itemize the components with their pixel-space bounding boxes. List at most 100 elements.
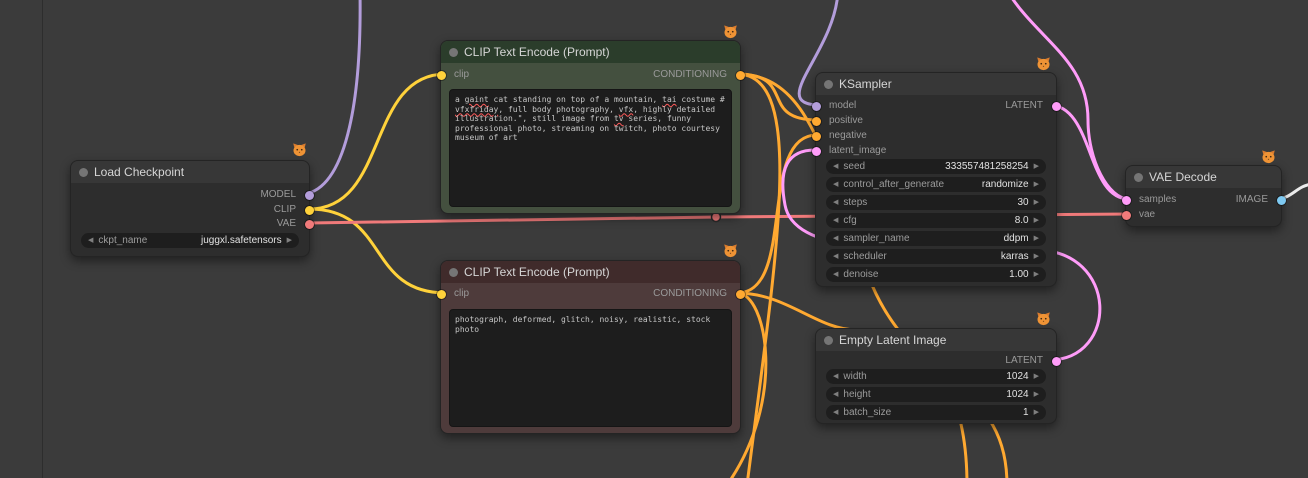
input-slot-clip: clip: [436, 68, 470, 82]
input-dot-clip[interactable]: [436, 289, 446, 299]
widget-steps[interactable]: ◀ steps 30 ▶: [826, 195, 1046, 210]
output-dot-vae[interactable]: [304, 219, 314, 229]
node-clip-text-encode-negative[interactable]: CLIP Text Encode (Prompt) clip CONDITION…: [436, 260, 745, 434]
widget-label: scheduler: [843, 251, 887, 262]
decrement-arrow-icon[interactable]: ◀: [833, 271, 838, 278]
output-dot-model[interactable]: [304, 190, 314, 200]
input-slot-latent-image: latent_image: [811, 144, 887, 158]
output-dot-latent[interactable]: [1051, 356, 1061, 366]
decrement-arrow-icon[interactable]: ◀: [88, 237, 93, 244]
decrement-arrow-icon[interactable]: ◀: [833, 217, 838, 224]
widget-value: karras: [1000, 251, 1029, 262]
widget-value: 30: [1017, 197, 1029, 208]
increment-arrow-icon[interactable]: ▶: [1034, 391, 1039, 398]
widget-sampler-name[interactable]: ◀ sampler_name ddpm ▶: [826, 231, 1046, 246]
collapse-dot[interactable]: [1134, 172, 1143, 182]
output-dot-conditioning[interactable]: [735, 289, 745, 299]
input-dot-vae[interactable]: [1121, 210, 1131, 220]
node-titlebar[interactable]: Empty Latent Image: [816, 329, 1056, 351]
node-titlebar[interactable]: Load Checkpoint: [71, 161, 309, 183]
output-slot-image: IMAGE: [1235, 193, 1286, 207]
decrement-arrow-icon[interactable]: ◀: [833, 235, 838, 242]
input-label: model: [829, 100, 857, 111]
widget-label: ckpt_name: [98, 235, 148, 246]
increment-arrow-icon[interactable]: ▶: [1034, 271, 1039, 278]
widget-control-after-generate[interactable]: ◀ control_after_generate randomize ▶: [826, 177, 1046, 192]
node-clip-text-encode-positive[interactable]: CLIP Text Encode (Prompt) clip CONDITION…: [436, 40, 745, 214]
input-label: clip: [454, 288, 470, 299]
widget-label: control_after_generate: [843, 179, 945, 190]
widget-height[interactable]: ◀ height 1024 ▶: [826, 387, 1046, 402]
wire-positive-conditioning: [735, 72, 819, 122]
output-slot-vae: VAE: [276, 217, 314, 231]
input-slot-model: model: [811, 99, 857, 113]
collapse-dot[interactable]: [79, 167, 88, 177]
node-graph-canvas[interactable]: Load Checkpoint MODEL CLIP VAE ◀ ckpt_na…: [0, 0, 1308, 478]
node-titlebar[interactable]: CLIP Text Encode (Prompt): [441, 41, 740, 63]
decrement-arrow-icon[interactable]: ◀: [833, 163, 838, 170]
input-label: vae: [1139, 209, 1156, 220]
decrement-arrow-icon[interactable]: ◀: [833, 373, 838, 380]
node-title: Empty Latent Image: [839, 333, 947, 347]
input-label: clip: [454, 69, 470, 80]
decrement-arrow-icon[interactable]: ◀: [833, 391, 838, 398]
output-label: LATENT: [1005, 355, 1043, 366]
collapse-dot[interactable]: [824, 335, 833, 345]
input-slot-samples: samples: [1121, 193, 1177, 207]
output-slot-latent: LATENT: [1005, 99, 1061, 113]
output-dot-clip[interactable]: [304, 205, 314, 215]
collapse-dot[interactable]: [824, 79, 833, 89]
widget-seed[interactable]: ◀ seed 333557481258254 ▶: [826, 159, 1046, 174]
widget-width[interactable]: ◀ width 1024 ▶: [826, 369, 1046, 384]
negative-prompt-textarea[interactable]: photograph, deformed, glitch, noisy, rea…: [449, 309, 732, 427]
increment-arrow-icon[interactable]: ▶: [1034, 253, 1039, 260]
output-dot-conditioning[interactable]: [735, 70, 745, 80]
widget-cfg[interactable]: ◀ cfg 8.0 ▶: [826, 213, 1046, 228]
collapse-dot[interactable]: [449, 47, 458, 57]
decrement-arrow-icon[interactable]: ◀: [833, 181, 838, 188]
increment-arrow-icon[interactable]: ▶: [1034, 217, 1039, 224]
node-titlebar[interactable]: VAE Decode: [1126, 166, 1281, 188]
increment-arrow-icon[interactable]: ▶: [1034, 181, 1039, 188]
output-label: CONDITIONING: [653, 288, 727, 299]
node-ksampler[interactable]: KSampler model LATENT positive negative …: [811, 72, 1061, 287]
node-title: CLIP Text Encode (Prompt): [464, 265, 610, 279]
widget-ckpt-name[interactable]: ◀ ckpt_name juggxl.safetensors ▶: [81, 233, 299, 248]
input-dot-latent-image[interactable]: [811, 146, 821, 156]
widget-label: denoise: [843, 269, 879, 280]
node-load-checkpoint[interactable]: Load Checkpoint MODEL CLIP VAE ◀ ckpt_na…: [70, 160, 314, 257]
output-dot-latent[interactable]: [1051, 101, 1061, 111]
node-titlebar[interactable]: CLIP Text Encode (Prompt): [441, 261, 740, 283]
increment-arrow-icon[interactable]: ▶: [1034, 373, 1039, 380]
widget-batch-size[interactable]: ◀ batch_size 1 ▶: [826, 405, 1046, 420]
input-label: samples: [1139, 194, 1177, 205]
decrement-arrow-icon[interactable]: ◀: [833, 409, 838, 416]
increment-arrow-icon[interactable]: ▶: [1034, 199, 1039, 206]
collapse-dot[interactable]: [449, 267, 458, 277]
input-dot-negative[interactable]: [811, 131, 821, 141]
output-dot-image[interactable]: [1276, 195, 1286, 205]
widget-denoise[interactable]: ◀ denoise 1.00 ▶: [826, 267, 1046, 282]
node-title: CLIP Text Encode (Prompt): [464, 45, 610, 59]
output-label: IMAGE: [1235, 194, 1268, 205]
widget-scheduler[interactable]: ◀ scheduler karras ▶: [826, 249, 1046, 264]
input-dot-samples[interactable]: [1121, 195, 1131, 205]
node-vae-decode[interactable]: VAE Decode samples IMAGE vae: [1121, 165, 1286, 227]
decrement-arrow-icon[interactable]: ◀: [833, 199, 838, 206]
input-dot-positive[interactable]: [811, 116, 821, 126]
input-slot-negative: negative: [811, 129, 867, 143]
node-titlebar[interactable]: KSampler: [816, 73, 1056, 95]
output-label: VAE: [276, 218, 296, 229]
node-empty-latent-image[interactable]: Empty Latent Image LATENT ◀ width 1024 ▶…: [815, 328, 1061, 424]
input-dot-clip[interactable]: [436, 70, 446, 80]
input-label: latent_image: [829, 145, 887, 156]
wire-model-to-offscreen-top: [299, 0, 362, 196]
increment-arrow-icon[interactable]: ▶: [1034, 163, 1039, 170]
positive-prompt-textarea[interactable]: a gaint cat standing on top of a mountai…: [449, 89, 732, 207]
decrement-arrow-icon[interactable]: ◀: [833, 253, 838, 260]
widget-value: randomize: [981, 179, 1029, 190]
increment-arrow-icon[interactable]: ▶: [1034, 409, 1039, 416]
input-dot-model[interactable]: [811, 101, 821, 111]
increment-arrow-icon[interactable]: ▶: [1034, 235, 1039, 242]
increment-arrow-icon[interactable]: ▶: [287, 237, 292, 244]
